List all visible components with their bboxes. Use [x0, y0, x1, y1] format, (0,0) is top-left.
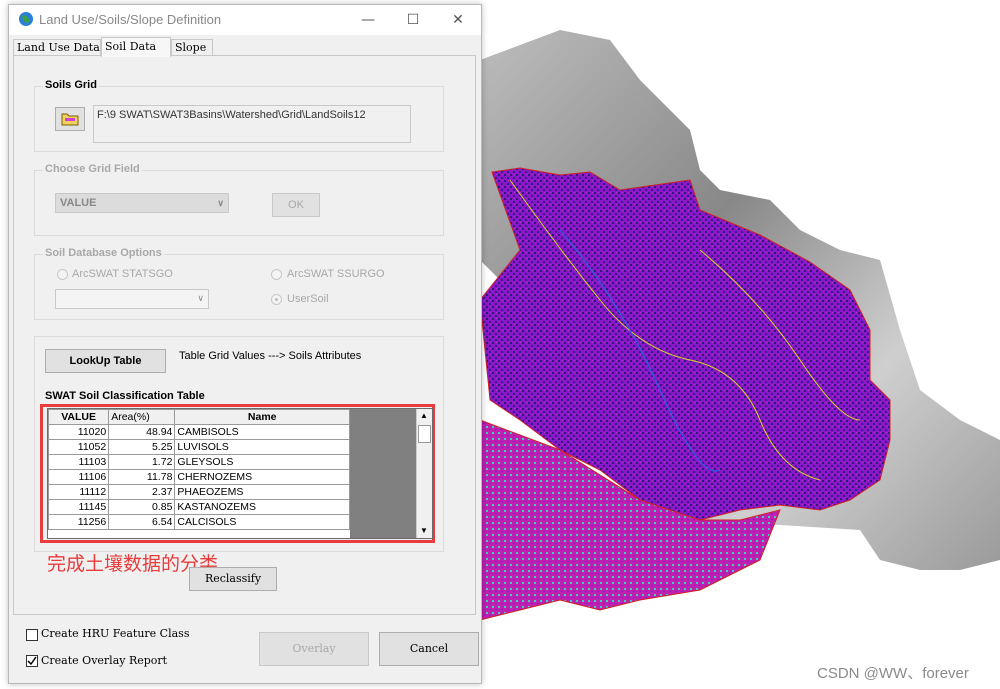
table-row[interactable]: 11145 0.85 KASTANOZEMS [48, 499, 350, 515]
scroll-down-arrow-icon[interactable]: ▼ [420, 526, 428, 535]
cell-value: 11112 [48, 484, 110, 500]
ok-button[interactable]: OK [272, 193, 320, 217]
cell-area: 11.78 [108, 469, 176, 485]
maximize-button[interactable]: ☐ [390, 5, 436, 35]
tab-soil-data[interactable]: Soil Data [101, 37, 171, 57]
reclassify-button[interactable]: Reclassify [189, 567, 277, 591]
create-hru-label: Create HRU Feature Class [41, 627, 190, 640]
scroll-up-arrow-icon[interactable]: ▲ [420, 411, 428, 420]
create-hru-checkbox[interactable] [26, 629, 38, 641]
classification-table-title: SWAT Soil Classification Table [45, 390, 205, 402]
tab-slope[interactable]: Slope [171, 39, 213, 55]
table-scrollbar[interactable]: ▲ ▼ [416, 409, 432, 538]
table-row[interactable]: 11020 48.94 CAMBISOLS [48, 424, 350, 440]
statsgo-label: ArcSWAT STATSGO [72, 268, 173, 280]
lookup-table-button[interactable]: LookUp Table [45, 349, 166, 373]
radio-usersoil[interactable] [271, 294, 282, 305]
table-empty-area [350, 409, 416, 538]
soil-classification-table[interactable]: VALUE Area(%) Name 11020 48.94 CAMBISOLS 1… [47, 408, 433, 539]
cell-name: PHAEOZEMS [174, 484, 350, 500]
title-bar[interactable]: Land Use/Soils/Slope Definition — ☐ ✕ [9, 5, 481, 35]
cell-name: GLEYSOLS [174, 454, 350, 470]
cell-value: 11103 [48, 454, 110, 470]
chevron-down-icon: ∨ [217, 198, 224, 208]
cell-area: 1.72 [108, 454, 176, 470]
soils-grid-group: Soils Grid F:\9 SWAT\SWAT3Basins\Watersh… [34, 79, 444, 152]
cell-value: 11256 [48, 514, 110, 530]
table-row[interactable]: 11103 1.72 GLEYSOLS [48, 454, 350, 470]
cell-name: CAMBISOLS [174, 424, 350, 440]
checkmark-icon [27, 656, 37, 666]
soils-grid-path: F:\9 SWAT\SWAT3Basins\Watershed\Grid\Lan… [93, 105, 411, 143]
globe-icon [19, 12, 33, 26]
cell-area: 48.94 [108, 424, 176, 440]
cell-area: 6.54 [108, 514, 176, 530]
ssurgo-label: ArcSWAT SSURGO [287, 268, 385, 280]
tab-land-use-data[interactable]: Land Use Data [13, 39, 101, 55]
soils-grid-label: Soils Grid [43, 79, 99, 91]
table-row[interactable]: 11256 6.54 CALCISOLS [48, 514, 350, 530]
chevron-down-icon: ∨ [197, 293, 204, 303]
cell-value: 11052 [48, 439, 110, 455]
land-use-soils-slope-dialog: Land Use/Soils/Slope Definition — ☐ ✕ La… [8, 4, 482, 684]
table-row[interactable]: 11106 11.78 CHERNOZEMS [48, 469, 350, 485]
cell-name: KASTANOZEMS [174, 499, 350, 515]
choose-grid-field-label: Choose Grid Field [43, 163, 142, 175]
lookup-description: Table Grid Values ---> Soils Attributes [179, 350, 362, 362]
table-header-row: VALUE Area(%) Name [48, 409, 350, 425]
soil-database-options-label: Soil Database Options [43, 247, 164, 259]
minimize-button[interactable]: — [345, 5, 391, 35]
cell-area: 2.37 [108, 484, 176, 500]
cell-value: 11145 [48, 499, 110, 515]
cell-value: 11020 [48, 424, 110, 440]
choose-grid-field-group: Choose Grid Field VALUE ∨ OK [34, 163, 444, 236]
table-row[interactable]: 11112 2.37 PHAEOZEMS [48, 484, 350, 500]
cancel-button[interactable]: Cancel [379, 632, 479, 666]
scroll-thumb[interactable] [418, 425, 431, 443]
cell-value: 11106 [48, 469, 110, 485]
table-row[interactable]: 11052 5.25 LUVISOLS [48, 439, 350, 455]
open-folder-button[interactable] [55, 107, 85, 131]
radio-statsgo[interactable] [57, 269, 68, 280]
create-report-checkbox[interactable] [26, 655, 38, 667]
folder-icon [61, 113, 79, 126]
radio-ssurgo[interactable] [271, 269, 282, 280]
usersoil-label: UserSoil [287, 293, 329, 305]
watermark: CSDN @WW、forever [817, 665, 969, 682]
close-button[interactable]: ✕ [435, 5, 481, 35]
cell-name: CALCISOLS [174, 514, 350, 530]
soil-database-options-group: Soil Database Options ArcSWAT STATSGO Ar… [34, 247, 444, 320]
column-header-area[interactable]: Area(%) [108, 409, 176, 425]
cell-name: CHERNOZEMS [174, 469, 350, 485]
cell-area: 5.25 [108, 439, 176, 455]
cell-area: 0.85 [108, 499, 176, 515]
column-header-name[interactable]: Name [174, 409, 350, 425]
window-title: Land Use/Soils/Slope Definition [39, 12, 222, 27]
column-header-value[interactable]: VALUE [48, 409, 110, 425]
overlay-button[interactable]: Overlay [259, 632, 369, 666]
create-report-label: Create Overlay Report [41, 654, 168, 667]
grid-field-select[interactable]: VALUE ∨ [55, 193, 229, 213]
soil-db-dropdown[interactable]: ∨ [55, 289, 209, 309]
grid-field-value: VALUE [60, 197, 97, 209]
cell-name: LUVISOLS [174, 439, 350, 455]
